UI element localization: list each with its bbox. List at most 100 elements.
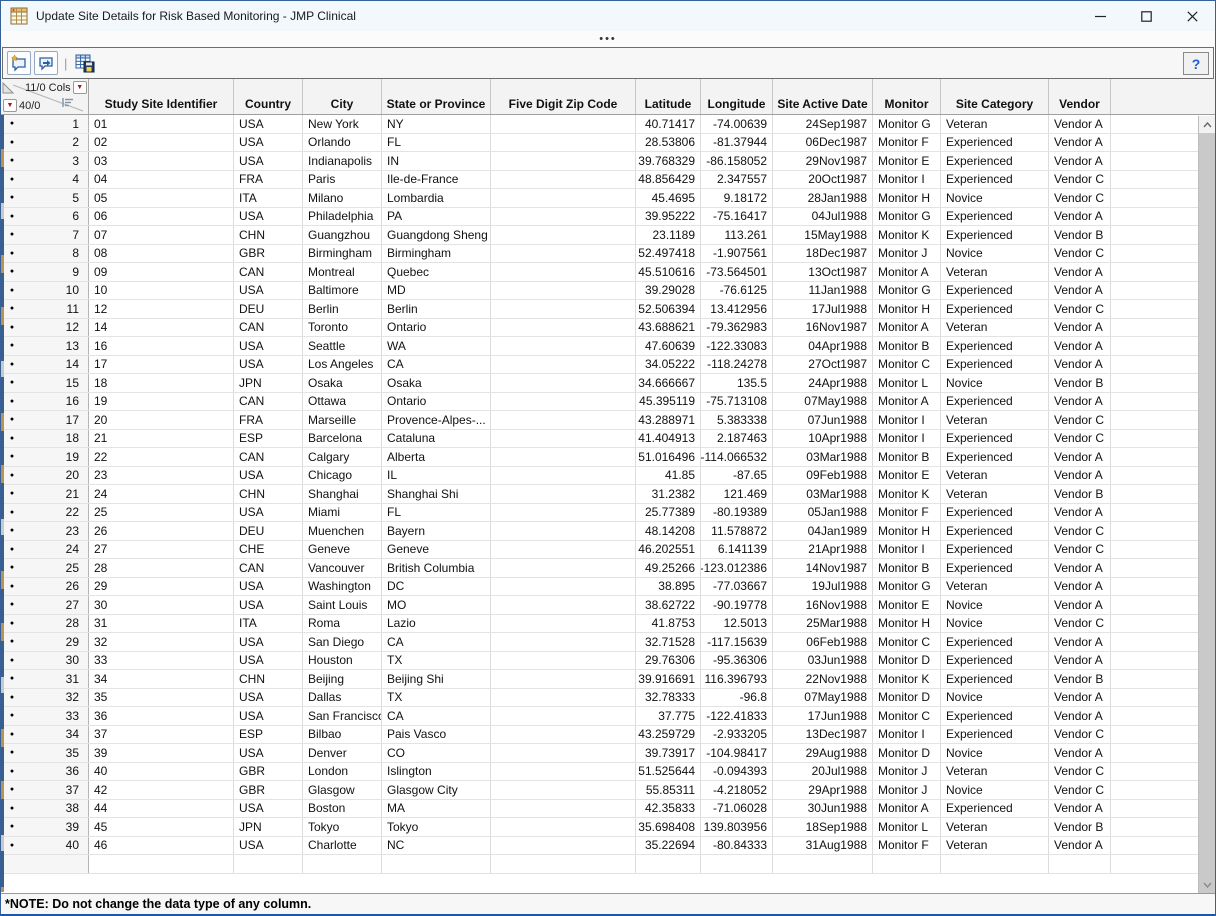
cell[interactable]: Vendor A [1049,800,1111,818]
cell[interactable]: MO [382,596,491,614]
cell[interactable]: Monitor C [873,707,941,725]
cell[interactable]: Monitor I [873,726,941,744]
cell[interactable]: Beijing Shi [382,670,491,688]
cell[interactable]: Vendor C [1049,189,1111,207]
row-state-cell[interactable]: ●21 [1,485,89,503]
table-row[interactable]: ●1720FRAMarseilleProvence-Alpes-...43.28… [1,411,1215,430]
table-row[interactable] [1,855,1215,874]
cell[interactable]: 07Jun1988 [773,411,873,429]
row-marker-icon[interactable]: ● [1,786,23,793]
cell[interactable]: Novice [941,245,1049,263]
cell[interactable]: Vendor C [1049,522,1111,540]
vertical-scrollbar[interactable] [1198,116,1215,893]
cell[interactable]: Vendor A [1049,115,1111,133]
row-state-cell[interactable]: ●29 [1,633,89,651]
row-state-cell[interactable]: ●18 [1,430,89,448]
cell[interactable] [491,652,636,670]
row-state-cell[interactable]: ●24 [1,541,89,559]
cell[interactable]: 21 [89,430,234,448]
cell[interactable]: Experienced [941,448,1049,466]
cell[interactable]: ESP [234,726,303,744]
cell[interactable]: 22Nov1988 [773,670,873,688]
cell[interactable] [234,855,303,873]
cell[interactable]: USA [234,115,303,133]
row-marker-icon[interactable]: ● [1,268,23,275]
cell[interactable]: 37.775 [636,707,701,725]
cell[interactable]: 20Jul1988 [773,763,873,781]
cell[interactable]: 6.141139 [701,541,773,559]
cell[interactable]: 04 [89,171,234,189]
row-state-cell[interactable]: ●40 [1,837,89,855]
cell[interactable] [491,726,636,744]
cell[interactable]: Geneve [382,541,491,559]
cell[interactable]: 43.288971 [636,411,701,429]
column-header-five-digit-zip-code[interactable]: Five Digit Zip Code [491,79,636,114]
cell[interactable]: Barcelona [303,430,382,448]
cell[interactable]: Vendor C [1049,781,1111,799]
cell[interactable]: Guangzhou [303,226,382,244]
row-state-cell[interactable] [1,855,89,873]
cell[interactable]: Vendor A [1049,208,1111,226]
cell[interactable]: 31.2382 [636,485,701,503]
cell[interactable]: Experienced [941,800,1049,818]
cell[interactable] [941,855,1049,873]
cell[interactable]: Guangdong Sheng [382,226,491,244]
cell[interactable]: 17 [89,356,234,374]
close-button[interactable] [1169,1,1215,31]
cell[interactable] [491,356,636,374]
cell[interactable]: Monitor L [873,374,941,392]
cell[interactable] [491,522,636,540]
row-state-cell[interactable]: ●33 [1,707,89,725]
cell[interactable]: 45 [89,818,234,836]
cell[interactable]: 18 [89,374,234,392]
row-marker-icon[interactable]: ● [1,527,23,534]
row-marker-icon[interactable]: ● [1,657,23,664]
cell[interactable]: Experienced [941,152,1049,170]
cell[interactable]: Veteran [941,818,1049,836]
row-marker-icon[interactable]: ● [1,231,23,238]
cell[interactable] [303,855,382,873]
cell[interactable]: USA [234,689,303,707]
cell[interactable]: 27 [89,541,234,559]
cell[interactable]: 135.5 [701,374,773,392]
cell[interactable]: 30 [89,596,234,614]
cell[interactable]: 25 [89,504,234,522]
cell[interactable]: Vendor C [1049,171,1111,189]
cell[interactable]: -87.65 [701,467,773,485]
cell[interactable]: Baltimore [303,282,382,300]
cell[interactable]: Novice [941,781,1049,799]
cell[interactable]: Vendor C [1049,615,1111,633]
cell[interactable]: -117.15639 [701,633,773,651]
cell[interactable]: Vendor A [1049,689,1111,707]
cell[interactable]: NC [382,837,491,855]
cell[interactable] [491,559,636,577]
cell[interactable] [491,763,636,781]
cell[interactable]: 11.578872 [701,522,773,540]
cell[interactable]: 9.18172 [701,189,773,207]
cell[interactable]: 22 [89,448,234,466]
cell[interactable]: 24 [89,485,234,503]
cell[interactable]: Vendor C [1049,411,1111,429]
row-state-cell[interactable]: ●16 [1,393,89,411]
cell[interactable]: 11Jan1988 [773,282,873,300]
row-state-cell[interactable]: ●1 [1,115,89,133]
row-state-cell[interactable]: ●17 [1,411,89,429]
cell[interactable]: 39.768329 [636,152,701,170]
cell[interactable]: 32.78333 [636,689,701,707]
cell[interactable]: 49.25266 [636,559,701,577]
cell[interactable]: 03Mar1988 [773,485,873,503]
cell[interactable]: 31Aug1988 [773,837,873,855]
cell[interactable]: -118.24278 [701,356,773,374]
row-marker-icon[interactable]: ● [1,583,23,590]
cell[interactable]: Veteran [941,485,1049,503]
cell[interactable]: Experienced [941,707,1049,725]
table-row[interactable]: ●3945JPNTokyoTokyo35.698408139.80395618S… [1,818,1215,837]
cell[interactable]: Charlotte [303,837,382,855]
cell[interactable] [491,615,636,633]
row-order-icon[interactable] [62,97,74,108]
cell[interactable]: Monitor D [873,689,941,707]
cell[interactable]: Novice [941,615,1049,633]
table-row[interactable]: ●2629USAWashingtonDC38.895-77.0366719Jul… [1,578,1215,597]
table-row[interactable]: ●1417USALos AngelesCA34.05222-118.242782… [1,356,1215,375]
cell[interactable]: Vendor A [1049,578,1111,596]
